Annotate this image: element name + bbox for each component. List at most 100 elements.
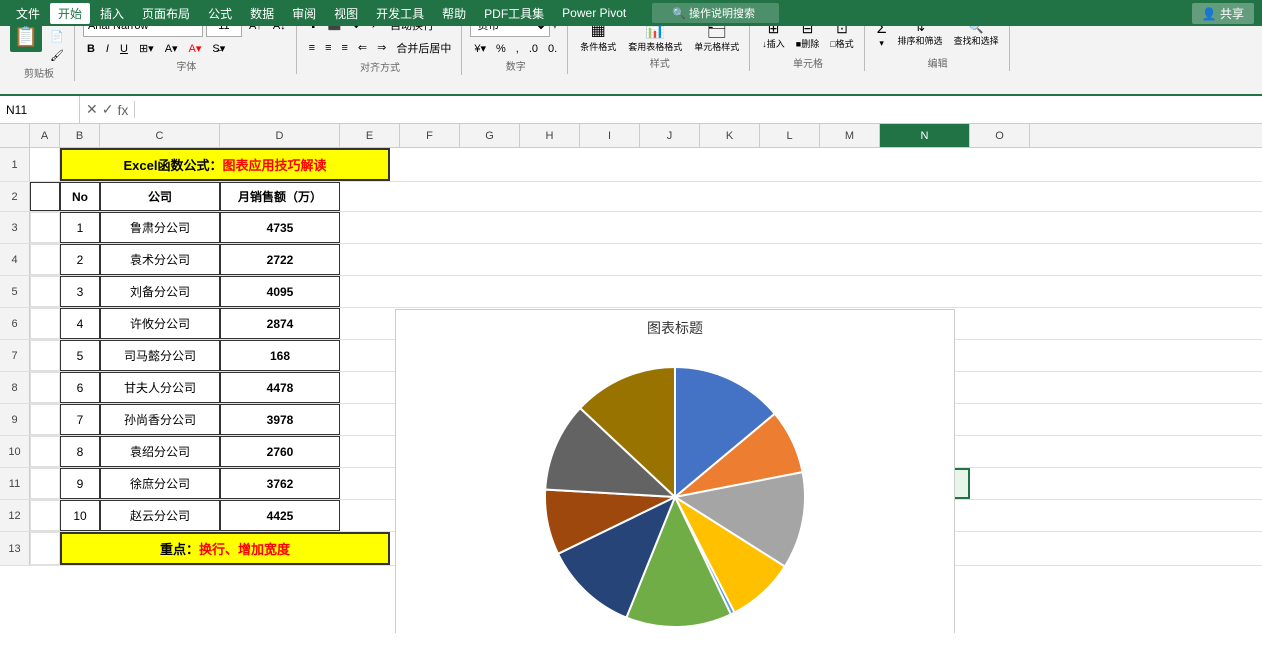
cell-8d[interactable]: 4478 [220,372,340,403]
decrease-indent-button[interactable]: ⇐ [354,39,371,56]
cell-8a[interactable] [30,372,60,403]
col-header-n[interactable]: N [880,124,970,147]
format-painter-button[interactable]: 🖌 [46,47,68,64]
cell-reference[interactable]: N11 [0,96,80,123]
cell-11c[interactable]: 徐庶分公司 [100,468,220,499]
cell-6d[interactable]: 2874 [220,308,340,339]
menu-pdf[interactable]: PDF工具集 [476,3,552,24]
cell-style-button[interactable]: 🗂 单元格样式 [690,26,743,54]
cell-7c[interactable]: 司马懿分公司 [100,340,220,371]
cell-3d[interactable]: 4735 [220,212,340,243]
font-increase-button[interactable]: A↑ [245,26,266,34]
cell-2d[interactable]: 月销售额（万） [220,182,340,211]
align-top-button[interactable]: ⬆ [305,26,322,33]
col-header-j[interactable]: J [640,124,700,147]
copy-button[interactable]: 📄 [46,28,68,45]
cell-5d[interactable]: 4095 [220,276,340,307]
auto-wrap-button[interactable]: 自动换行 [386,26,438,35]
col-header-m[interactable]: M [820,124,880,147]
font-name-input[interactable] [83,26,203,37]
cell-11a[interactable] [30,468,60,499]
cell-7a[interactable] [30,340,60,371]
cell-1a[interactable] [30,148,60,181]
menu-layout[interactable]: 页面布局 [134,3,198,24]
currency-button[interactable]: ¥▾ [470,40,490,57]
table-format-button[interactable]: 📊 套用表格格式 [624,26,686,54]
find-select-button[interactable]: 🔍 查找和选择 [950,26,1003,54]
col-header-c[interactable]: C [100,124,220,147]
sort-filter-button[interactable]: ⇅ 排序和筛选 [894,26,947,54]
cell-5c[interactable]: 刘备分公司 [100,276,220,307]
cell-10c[interactable]: 袁绍分公司 [100,436,220,467]
percent-button[interactable]: % [492,41,510,57]
confirm-icon[interactable]: ✓ [102,101,114,118]
cell-9d[interactable]: 3978 [220,404,340,435]
col-header-k[interactable]: K [700,124,760,147]
col-header-h[interactable]: H [520,124,580,147]
cell-4d[interactable]: 2722 [220,244,340,275]
align-middle-button[interactable]: ⬛ [324,26,346,33]
thousands-button[interactable]: , [512,41,523,57]
formula-input[interactable] [135,103,1262,117]
cell-10d[interactable]: 2760 [220,436,340,467]
merge-center-button[interactable]: 合并后居中 [392,38,455,58]
menu-help[interactable]: 帮助 [434,3,474,24]
border-button[interactable]: ⊞▾ [135,40,158,57]
cell-13a[interactable] [30,532,60,565]
menu-file[interactable]: 文件 [8,3,48,24]
cell-6b[interactable]: 4 [60,308,100,339]
cell-12c[interactable]: 赵云分公司 [100,500,220,531]
cell-3b[interactable]: 1 [60,212,100,243]
align-bottom-button[interactable]: ⬇ [348,26,365,33]
sum-button[interactable]: Σ ▾ [873,26,891,54]
cancel-icon[interactable]: ✕ [86,101,98,118]
cell-1b-merged[interactable]: Excel函数公式：图表应用技巧解读 [60,148,390,181]
cell-7d[interactable]: 168 [220,340,340,371]
menu-insert[interactable]: 插入 [92,3,132,24]
col-header-f[interactable]: F [400,124,460,147]
cell-7b[interactable]: 5 [60,340,100,371]
paste-button[interactable]: 📋 [10,26,42,52]
increase-indent-button[interactable]: ⇒ [373,39,390,56]
cell-8c[interactable]: 甘夫人分公司 [100,372,220,403]
align-left-button[interactable]: ≡ [305,40,319,56]
underline-button[interactable]: U [116,41,132,57]
menu-review[interactable]: 审阅 [284,3,324,24]
cell-5a[interactable] [30,276,60,307]
cell-10b[interactable]: 8 [60,436,100,467]
cell-11d[interactable]: 3762 [220,468,340,499]
cell-6a[interactable] [30,308,60,339]
cell-9a[interactable] [30,404,60,435]
cell-2b[interactable]: No [60,182,100,211]
cell-13-note[interactable]: 重点：换行、增加宽度 [60,532,390,565]
col-header-e[interactable]: E [340,124,400,147]
italic-button[interactable]: I [102,41,113,57]
decrease-decimal-button[interactable]: 0. [544,41,561,57]
menu-developer[interactable]: 开发工具 [368,3,432,24]
col-header-l[interactable]: L [760,124,820,147]
cell-11b[interactable]: 9 [60,468,100,499]
cell-12a[interactable] [30,500,60,531]
insert-function-icon[interactable]: fx [117,102,128,118]
delete-cells-button[interactable]: ⊟ ■删除 [792,26,823,54]
format-cells-button[interactable]: ⊡ □格式 [826,26,857,54]
bold-button[interactable]: B [83,41,99,57]
cell-6c[interactable]: 许攸分公司 [100,308,220,339]
cell-12b[interactable]: 10 [60,500,100,531]
cell-2a[interactable] [30,182,60,211]
cell-8b[interactable]: 6 [60,372,100,403]
col-header-g[interactable]: G [460,124,520,147]
increase-decimal-button[interactable]: .0 [525,41,542,57]
fill-color-button[interactable]: A▾ [161,40,182,57]
cell-4b[interactable]: 2 [60,244,100,275]
cell-4c[interactable]: 袁术分公司 [100,244,220,275]
conditional-format-button[interactable]: ▦ 条件格式 [576,26,620,54]
share-button[interactable]: 👤 共享 [1192,3,1254,24]
chart-container[interactable]: 图表标题 鲁肃分公司 袁术分公司 刘备分公司 许攸分公司 司马懿分公司 甘夫人分… [395,309,955,633]
align-center-button[interactable]: ≡ [321,40,335,56]
col-header-i[interactable]: I [580,124,640,147]
cell-3c[interactable]: 鲁肃分公司 [100,212,220,243]
menu-home[interactable]: 开始 [50,3,90,24]
col-header-b[interactable]: B [60,124,100,147]
menu-data[interactable]: 数据 [242,3,282,24]
